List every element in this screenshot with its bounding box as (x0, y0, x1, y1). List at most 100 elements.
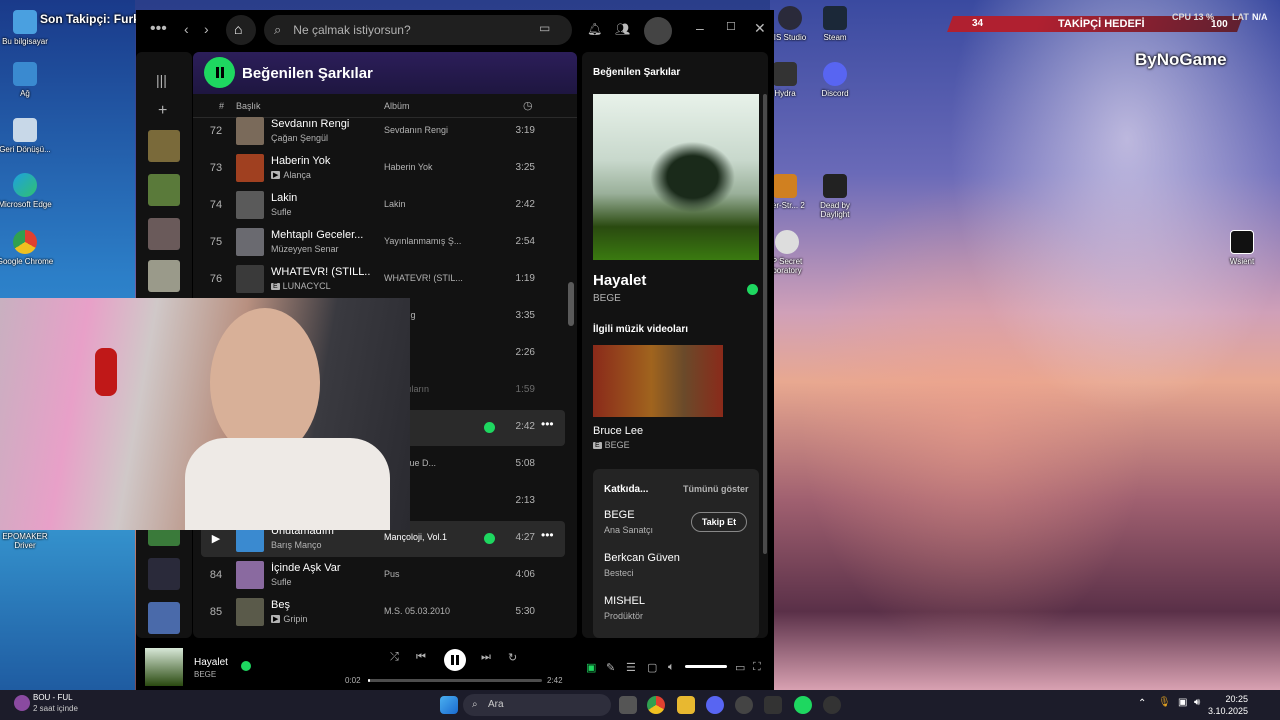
track-album[interactable]: Mançoloji, Vol.1 (384, 532, 470, 542)
back-arrow-icon[interactable]: ‹ (184, 21, 189, 37)
desktop-icon-steam[interactable]: Steam (805, 6, 865, 42)
more-options-icon[interactable]: ••• (541, 528, 554, 542)
liked-check-icon[interactable] (747, 284, 758, 295)
column-title[interactable]: Başlık (236, 101, 261, 111)
now-playing-title[interactable]: Hayalet (194, 657, 228, 668)
app-icon[interactable] (823, 696, 841, 714)
volume-icon[interactable]: 🔈︎ (668, 661, 675, 674)
pause-button[interactable] (204, 57, 235, 88)
queue-icon[interactable]: ☰ (626, 661, 636, 674)
notification-icon[interactable] (14, 695, 30, 711)
track-row[interactable]: 76 WHATEVR! (STILL... E LUNACYCL WHATEVR!… (201, 262, 565, 298)
track-row[interactable]: 75 Mehtaplı Geceler... Müzeyyen Senar Ya… (201, 225, 565, 261)
task-view-icon[interactable] (619, 696, 637, 714)
volume-slider[interactable] (685, 665, 727, 668)
spotify-icon[interactable] (794, 696, 812, 714)
clock[interactable]: 20:25 3.10.2025 (1208, 694, 1248, 717)
chrome-icon[interactable] (647, 696, 665, 714)
now-playing-artist[interactable]: BEGE (194, 670, 216, 679)
credit-name[interactable]: Berkcan Güven (604, 552, 680, 564)
minimize-icon[interactable]: – (696, 20, 704, 36)
close-icon[interactable]: ✕ (754, 20, 766, 37)
now-playing-view-icon[interactable]: ▣ (586, 661, 596, 674)
track-album[interactable]: WHATEVR! (STIL... (384, 273, 470, 283)
show-all-link[interactable]: Tümünü göster (683, 484, 749, 494)
track-artist[interactable]: Sufle (271, 577, 381, 587)
track-artist[interactable]: Alança (283, 170, 311, 180)
column-album[interactable]: Albüm (384, 101, 410, 111)
play-pause-button[interactable] (444, 649, 466, 671)
track-artist[interactable]: LUNACYCL (283, 281, 331, 291)
start-icon[interactable] (440, 696, 458, 714)
repeat-icon[interactable]: ↻ (508, 651, 517, 664)
track-album[interactable]: Sevdanın Rengi (384, 125, 470, 135)
follow-button[interactable]: Takip Et (691, 512, 747, 532)
next-icon[interactable]: ⏭︎ (481, 651, 491, 664)
track-artist[interactable]: Gripin (283, 614, 307, 624)
video-title[interactable]: Bruce Lee (593, 425, 643, 437)
taskbar-search[interactable]: ⌕ Ara (463, 694, 611, 716)
forward-arrow-icon[interactable]: › (204, 21, 209, 37)
credit-name[interactable]: BEGE (604, 509, 635, 521)
track-album[interactable]: Lakin (384, 199, 470, 209)
miniplayer-icon[interactable]: ▭ (735, 661, 745, 674)
file-explorer-icon[interactable] (677, 696, 695, 714)
track-row[interactable]: 73 Haberin Yok ▶ Alança Haberin Yok 3:25 (201, 151, 565, 187)
volume-tray-icon[interactable]: 🔊︎ (1194, 697, 1200, 708)
tray-chevron-icon[interactable]: ⌃ (1138, 698, 1146, 709)
song-title[interactable]: Hayalet (593, 272, 646, 289)
desktop-icon-edge[interactable]: Microsoft Edge (0, 173, 55, 209)
fullscreen-icon[interactable]: ⛶ (753, 661, 761, 674)
shuffle-icon[interactable]: ⤮ (390, 651, 399, 664)
library-item[interactable] (148, 260, 180, 292)
credit-name[interactable]: MISHEL (604, 595, 645, 607)
desktop-icon-dead-by-daylight[interactable]: Dead by Daylight (805, 174, 865, 219)
track-row[interactable]: 72 Sevdanın Rengi Çağan Şengül Sevdanın … (201, 114, 565, 150)
app-icon[interactable] (764, 696, 782, 714)
connect-device-icon[interactable]: ▢ (647, 661, 657, 674)
liked-check-icon[interactable] (484, 422, 495, 433)
track-artist[interactable]: Çağan Şengül (271, 133, 381, 143)
library-item[interactable] (148, 558, 180, 590)
panel-scrollbar[interactable] (763, 94, 767, 554)
avatar[interactable] (644, 17, 672, 45)
network-tray-icon[interactable]: ▣ (1178, 697, 1187, 708)
liked-check-icon[interactable] (484, 533, 495, 544)
add-icon[interactable]: + (158, 102, 167, 120)
track-artist[interactable]: Barış Manço (271, 540, 381, 550)
desktop-icon-epomaker[interactable]: EPOMAKER Driver (0, 532, 55, 550)
maximize-icon[interactable]: ☐ (726, 20, 736, 33)
track-album[interactable]: Haberin Yok (384, 162, 470, 172)
bell-icon[interactable]: 🔔︎ (587, 22, 602, 36)
home-button[interactable]: ⌂ (226, 15, 256, 45)
track-artist[interactable]: Sufle (271, 207, 381, 217)
track-row[interactable]: 84 İçinde Aşk Var Sufle Pus 4:06 (201, 558, 565, 594)
track-album[interactable]: M.S. 05.03.2010 (384, 606, 470, 616)
more-menu-icon[interactable]: ••• (150, 20, 167, 38)
search-input[interactable]: ⌕ Ne çalmak istiyorsun? ▭ (264, 15, 572, 45)
app-icon[interactable] (735, 696, 753, 714)
track-album[interactable]: Pus (384, 569, 470, 579)
previous-icon[interactable]: ⏮︎ (416, 651, 426, 664)
discord-icon[interactable] (706, 696, 724, 714)
now-playing-art[interactable] (145, 648, 183, 686)
track-row[interactable]: 74 Lakin Sufle Lakin 2:42 (201, 188, 565, 224)
library-item[interactable] (148, 130, 180, 162)
desktop-icon-discord[interactable]: Discord (805, 62, 865, 98)
notification-title[interactable]: BOU - FUL (33, 693, 73, 702)
library-item[interactable] (148, 602, 180, 634)
browse-icon[interactable]: ▭ (539, 21, 550, 35)
desktop-icon-wsient[interactable]: Wsient (1212, 230, 1272, 266)
desktop-icon-network[interactable]: Ağ (0, 62, 55, 98)
play-icon[interactable]: ▶ (201, 532, 231, 545)
desktop-icon-chrome[interactable]: Google Chrome (0, 230, 55, 266)
track-row[interactable]: 85 Beş ▶ Gripin M.S. 05.03.2010 5:30 (201, 595, 565, 631)
track-artist[interactable]: Müzeyyen Senar (271, 244, 381, 254)
library-icon[interactable]: ||| (156, 72, 167, 88)
library-item[interactable] (148, 218, 180, 250)
track-album[interactable]: Yayınlanmamış Ş... (384, 236, 470, 246)
scrollbar[interactable] (568, 282, 574, 326)
mic-tray-icon[interactable]: 🎙︎ (1158, 697, 1171, 708)
lyrics-icon[interactable]: ✎ (606, 661, 615, 674)
desktop-icon-recycle-bin[interactable]: Geri Dönüşü... (0, 118, 55, 154)
